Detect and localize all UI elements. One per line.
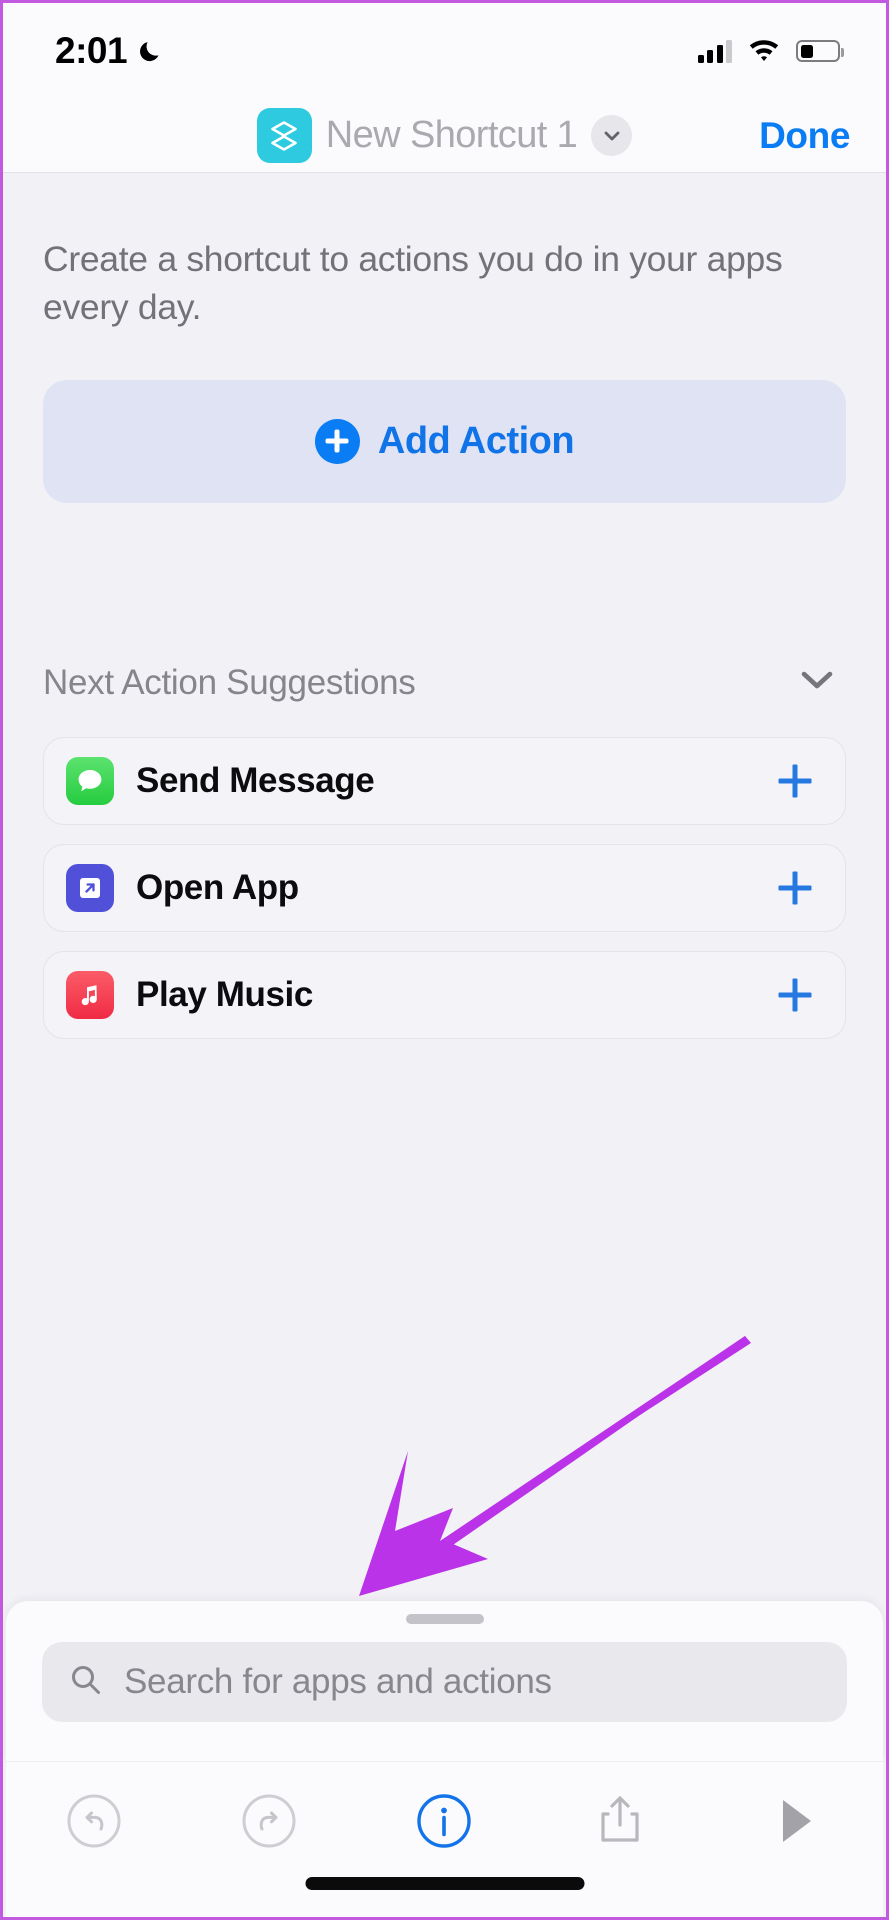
status-bar: 2:01 [3,3,886,99]
search-icon [68,1662,104,1703]
open-app-icon [66,863,114,912]
intro-text: Create a shortcut to actions you do in y… [43,239,783,328]
info-button[interactable] [409,1786,479,1856]
status-bar-left: 2:01 [55,30,165,72]
search-sheet: Search for apps and actions [6,1601,883,1761]
nav-bar: New Shortcut 1 Done [3,99,886,173]
list-item[interactable]: Play Music [43,950,846,1039]
battery-icon [796,40,844,62]
list-item-label: Play Music [136,974,313,1014]
phone-screen: 2:01 New Shortcut 1 Done Create a shortc… [0,0,889,1920]
redo-button[interactable] [234,1786,304,1856]
play-button[interactable] [760,1786,830,1856]
chevron-down-icon[interactable] [591,115,633,156]
list-item[interactable]: Open App [43,843,846,932]
cellular-signal-icon [697,39,732,63]
plus-icon[interactable] [775,975,815,1015]
plus-circle-icon [314,418,360,464]
status-bar-right [697,36,844,66]
shortcut-title-group[interactable]: New Shortcut 1 [256,108,633,163]
crescent-moon-icon [137,37,165,65]
page-title: New Shortcut 1 [325,114,578,156]
plus-icon[interactable] [775,868,815,908]
search-input[interactable]: Search for apps and actions [42,1642,847,1722]
list-item-label: Send Message [136,760,375,800]
shortcut-editor-body: Create a shortcut to actions you do in y… [3,173,886,1627]
plus-icon[interactable] [775,761,815,801]
wifi-icon [747,36,781,66]
add-action-button[interactable]: Add Action [43,379,846,503]
messages-app-icon [66,756,114,805]
share-button[interactable] [585,1786,655,1856]
stacked-layers-icon [256,108,312,163]
sheet-grabber[interactable] [405,1614,484,1624]
status-bar-clock: 2:01 [55,30,128,71]
music-app-icon [66,970,114,1019]
suggestions-list: Send Message Open App Play Music [43,736,846,1039]
home-indicator [305,1877,584,1890]
chevron-down-icon[interactable] [794,666,840,699]
next-action-suggestions-header[interactable]: Next Action Suggestions [43,663,846,703]
suggestions-heading: Next Action Suggestions [43,662,416,702]
done-button[interactable]: Done [759,115,850,157]
add-action-label: Add Action [377,419,575,462]
search-placeholder: Search for apps and actions [124,1662,552,1701]
list-item[interactable]: Send Message [43,736,846,825]
bottom-toolbar [6,1761,883,1917]
undo-button[interactable] [59,1786,129,1856]
list-item-label: Open App [136,867,299,907]
